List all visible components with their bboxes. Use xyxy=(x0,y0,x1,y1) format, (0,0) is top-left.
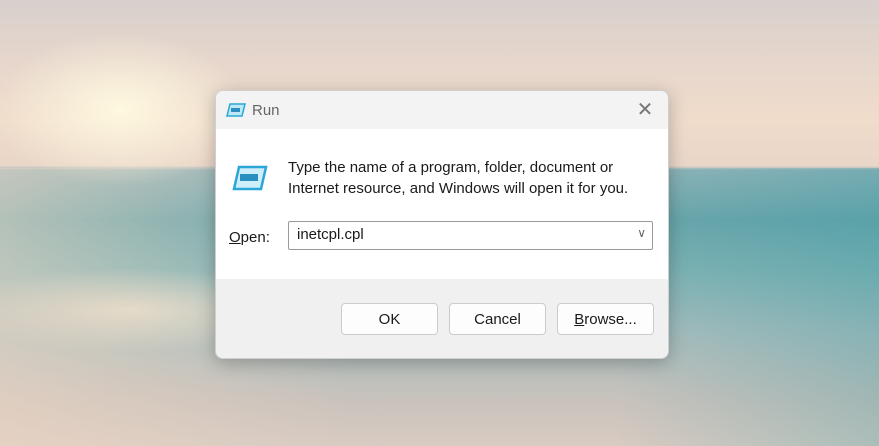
open-combobox[interactable]: inetcpl.cpl ∨ xyxy=(288,221,653,250)
run-dialog: Run ✕ Type the name of a program, folder… xyxy=(215,90,669,359)
run-icon xyxy=(226,103,246,117)
dialog-title: Run xyxy=(252,101,280,119)
run-large-icon xyxy=(232,165,268,191)
open-input-value[interactable]: inetcpl.cpl xyxy=(297,226,364,243)
browse-mnemonic: B xyxy=(574,310,585,328)
title-bar[interactable]: Run xyxy=(216,91,668,129)
ok-button[interactable]: OK xyxy=(341,303,438,335)
close-icon: ✕ xyxy=(636,99,654,121)
browse-button[interactable]: Browse... xyxy=(557,303,654,335)
close-button[interactable]: ✕ xyxy=(636,99,654,121)
open-label-text: pen: xyxy=(240,229,270,246)
instruction-line-1: Type the name of a program, folder, docu… xyxy=(288,159,614,176)
open-label-mnemonic: O xyxy=(229,229,241,246)
open-label: Open: xyxy=(229,229,270,246)
browse-label: rowse... xyxy=(584,310,637,328)
button-bar: OK Cancel Browse... xyxy=(216,279,668,358)
instruction-line-2: Internet resource, and Windows will open… xyxy=(288,180,629,197)
instruction-text: Type the name of a program, folder, docu… xyxy=(288,157,628,199)
cancel-button[interactable]: Cancel xyxy=(449,303,546,335)
dialog-content: Type the name of a program, folder, docu… xyxy=(216,129,668,279)
chevron-down-icon[interactable]: ∨ xyxy=(637,226,646,240)
